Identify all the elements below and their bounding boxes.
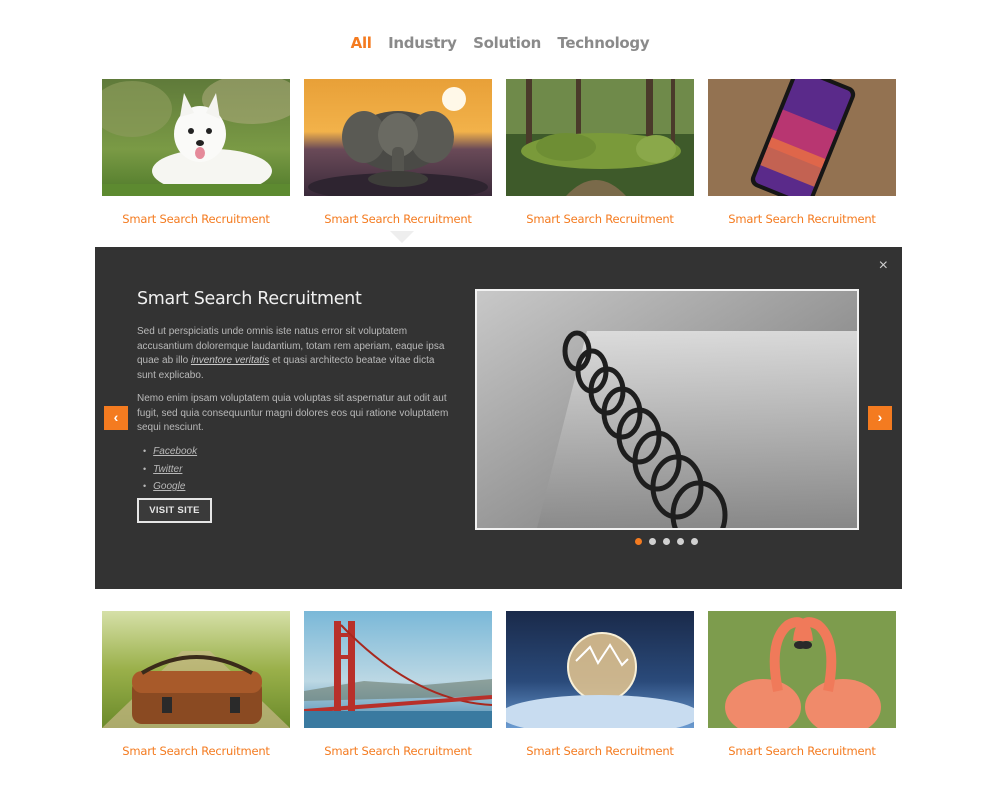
item-caption[interactable]: Smart Search Recruitment: [102, 744, 290, 758]
slide-dot[interactable]: [649, 538, 656, 545]
list-item: Google: [143, 481, 197, 499]
slide-dots: [635, 538, 698, 545]
item-caption[interactable]: Smart Search Recruitment: [708, 212, 896, 226]
leather-bag-image: [102, 611, 290, 728]
filter-tabs: All Industry Solution Technology: [0, 34, 1000, 53]
list-item: Facebook: [143, 446, 197, 464]
item-caption[interactable]: Smart Search Recruitment: [304, 212, 492, 226]
project-description-2: Nemo enim ipsam voluptatem quia voluptas…: [137, 393, 449, 433]
portfolio-grid-bottom: Smart Search Recruitment Smart Search Re…: [102, 611, 898, 758]
previous-arrow-icon[interactable]: ‹: [104, 406, 128, 430]
slide-dot[interactable]: [663, 538, 670, 545]
filter-tab-solution[interactable]: Solution: [473, 34, 541, 52]
close-icon[interactable]: ×: [879, 257, 888, 275]
portfolio-item[interactable]: Smart Search Recruitment: [102, 79, 290, 226]
inventore-link[interactable]: inventore veritatis: [191, 355, 269, 366]
facebook-link[interactable]: Facebook: [153, 446, 197, 457]
filter-tab-industry[interactable]: Industry: [388, 34, 457, 52]
moss-sculpture-image: [506, 79, 694, 196]
list-item: Twitter: [143, 464, 197, 482]
slide-image: [475, 289, 859, 530]
flamingos-image: [708, 611, 896, 728]
item-caption[interactable]: Smart Search Recruitment: [102, 212, 290, 226]
item-caption[interactable]: Smart Search Recruitment: [304, 744, 492, 758]
elephant-statue-image: [304, 79, 492, 196]
portfolio-item[interactable]: Smart Search Recruitment: [304, 611, 492, 758]
slide-dot[interactable]: [677, 538, 684, 545]
portfolio-item[interactable]: Smart Search Recruitment: [506, 611, 694, 758]
social-links: Facebook Twitter Google: [143, 446, 197, 499]
item-caption[interactable]: Smart Search Recruitment: [708, 744, 896, 758]
dog-image: [102, 79, 290, 196]
google-link[interactable]: Google: [153, 481, 185, 492]
project-detail-panel: × Smart Search Recruitment Sed ut perspi…: [95, 247, 902, 589]
next-arrow-icon[interactable]: ›: [868, 406, 892, 430]
filter-tab-all[interactable]: All: [351, 34, 372, 52]
item-caption[interactable]: Smart Search Recruitment: [506, 744, 694, 758]
smartphone-image: [708, 79, 896, 196]
portfolio-item[interactable]: Smart Search Recruitment: [506, 79, 694, 226]
slide-dot[interactable]: [635, 538, 642, 545]
filter-tab-technology[interactable]: Technology: [557, 34, 649, 52]
frozen-bubble-image: [506, 611, 694, 728]
item-caption[interactable]: Smart Search Recruitment: [506, 212, 694, 226]
portfolio-item-selected[interactable]: Smart Search Recruitment: [296, 71, 500, 243]
project-title: Smart Search Recruitment: [137, 289, 362, 309]
visit-site-button[interactable]: VISIT SITE: [137, 498, 212, 523]
portfolio-grid-top: Smart Search Recruitment Smart Search Re…: [102, 71, 898, 243]
twitter-link[interactable]: Twitter: [153, 464, 182, 475]
project-description: Sed ut perspiciatis unde omnis iste natu…: [137, 325, 452, 383]
slide-dot[interactable]: [691, 538, 698, 545]
portfolio-item[interactable]: Smart Search Recruitment: [708, 79, 896, 226]
portfolio-item[interactable]: Smart Search Recruitment: [102, 611, 290, 758]
golden-gate-bridge-image: [304, 611, 492, 728]
portfolio-item[interactable]: Smart Search Recruitment: [708, 611, 896, 758]
